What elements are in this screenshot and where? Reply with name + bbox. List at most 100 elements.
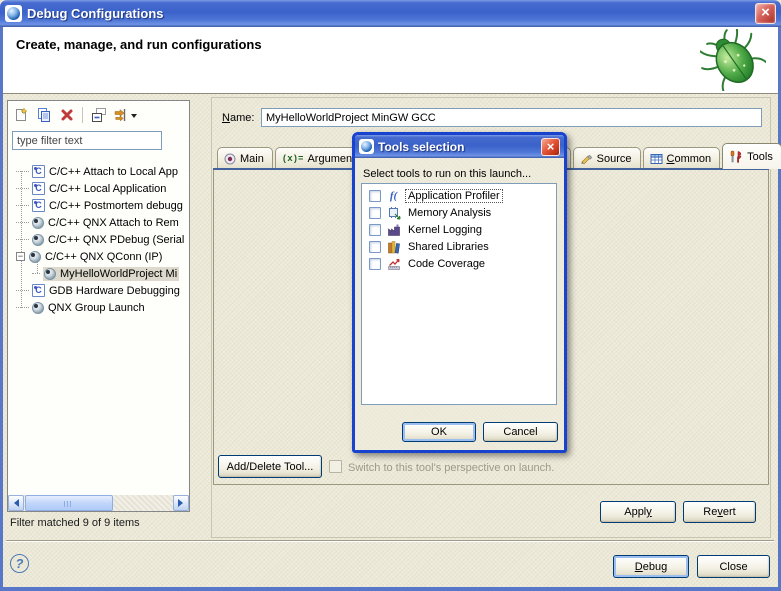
dialog-titlebar[interactable]: Tools selection × [355, 135, 564, 158]
delete-button[interactable] [57, 106, 76, 125]
ok-button[interactable]: OK [402, 422, 476, 442]
arrow-left-icon [10, 499, 19, 507]
help-button[interactable]: ? [10, 554, 29, 573]
collapse-all-icon [91, 107, 107, 123]
tab-source[interactable]: Source [573, 147, 641, 169]
page-title: Create, manage, and run configurations [16, 37, 262, 52]
tool-checkbox[interactable] [369, 190, 381, 202]
delete-icon [60, 108, 74, 122]
close-dialog-button[interactable]: Close [697, 555, 770, 578]
filter-status: Filter matched 9 of 9 items [10, 517, 140, 529]
code-coverage-icon [386, 257, 401, 271]
qnx-launch-icon [29, 251, 41, 263]
tree-item[interactable]: C/C++ QNX Attach to Rem [8, 214, 189, 231]
configurations-toolbar [11, 104, 138, 126]
shared-libraries-icon [386, 240, 401, 254]
tools-list: f( Application Profiler Memory Analysis [361, 183, 557, 405]
kernel-logging-icon [386, 223, 401, 237]
chevron-down-icon [131, 114, 137, 121]
c-launch-icon [32, 182, 45, 195]
tool-checkbox[interactable] [369, 224, 381, 236]
tree-item[interactable]: C/C++ Postmortem debugg [8, 197, 189, 214]
qnx-launch-icon [32, 234, 44, 246]
scroll-right-button[interactable] [173, 495, 189, 511]
arguments-tab-icon: (x)= [282, 154, 304, 164]
tab-main[interactable]: Main [217, 147, 273, 169]
filter-options-button[interactable] [112, 106, 138, 125]
c-launch-icon [32, 199, 45, 212]
c-launch-icon [32, 284, 45, 297]
scrollbar-thumb[interactable] [25, 495, 113, 511]
app-icon [5, 5, 22, 22]
tools-tab-icon [729, 150, 743, 163]
window-border [0, 27, 3, 591]
new-config-icon [13, 107, 29, 123]
tools-selection-dialog: Tools selection × Select tools to run on… [352, 132, 567, 453]
qnx-launch-icon [32, 217, 44, 229]
titlebar[interactable]: Debug Configurations × [0, 0, 781, 27]
source-tab-icon [580, 153, 593, 165]
add-delete-tool-button[interactable]: Add/Delete Tool... [218, 455, 322, 478]
help-icon: ? [16, 556, 24, 571]
tool-row[interactable]: Shared Libraries [362, 238, 556, 255]
apply-button[interactable]: Apply [600, 501, 676, 523]
qnx-launch-icon [44, 268, 56, 280]
name-label: Name: [222, 112, 254, 124]
perspective-checkbox-label: Switch to this tool's perspective on lau… [348, 462, 554, 474]
arrow-right-icon [178, 499, 187, 507]
tab-tools[interactable]: Tools [722, 143, 781, 169]
scroll-left-button[interactable] [8, 495, 24, 511]
header-banner: Create, manage, and run configurations [3, 27, 778, 94]
collapse-all-button[interactable] [89, 106, 108, 125]
qnx-launch-icon [32, 302, 44, 314]
c-launch-icon [32, 165, 45, 178]
dialog-title: Tools selection [378, 140, 464, 154]
main-tab-icon [224, 153, 236, 165]
debug-configurations-window: Debug Configurations × Create, manage, a… [0, 0, 781, 591]
tree-item[interactable]: GDB Hardware Debugging [8, 282, 189, 299]
tab-common[interactable]: Common [643, 147, 721, 169]
close-icon: × [761, 4, 770, 21]
tool-row[interactable]: Code Coverage [362, 255, 556, 272]
duplicate-button[interactable] [34, 106, 53, 125]
tree-item[interactable]: C/C++ Attach to Local App [8, 163, 189, 180]
toolbar-separator [82, 107, 83, 123]
configurations-panel: C/C++ Attach to Local App C/C++ Local Ap… [7, 100, 190, 512]
tool-row[interactable]: f( Application Profiler [362, 187, 556, 204]
cancel-button[interactable]: Cancel [483, 422, 558, 442]
tree-item[interactable]: C/C++ QNX PDebug (Serial [8, 231, 189, 248]
tool-row[interactable]: Kernel Logging [362, 221, 556, 238]
perspective-checkbox[interactable] [329, 460, 342, 473]
dialog-prompt: Select tools to run on this launch... [363, 168, 531, 180]
tree-item[interactable]: QNX Group Launch [8, 299, 189, 316]
revert-button[interactable]: Revert [683, 501, 756, 523]
close-icon: × [547, 139, 555, 154]
memory-analysis-icon [386, 206, 401, 220]
application-profiler-icon: f( [386, 189, 401, 203]
selection-highlight: MyHelloWorldProject Mi [43, 267, 179, 281]
tool-checkbox[interactable] [369, 207, 381, 219]
window-border [0, 587, 781, 591]
tree-item-expanded[interactable]: C/C++ QNX QConn (IP) [8, 248, 189, 265]
footer-separator [6, 540, 774, 542]
new-configuration-button[interactable] [11, 106, 30, 125]
common-tab-icon [650, 153, 663, 165]
configurations-tree: C/C++ Attach to Local App C/C++ Local Ap… [8, 163, 189, 409]
name-input[interactable] [261, 108, 762, 127]
tool-row[interactable]: Memory Analysis [362, 204, 556, 221]
tool-checkbox[interactable] [369, 258, 381, 270]
tool-checkbox[interactable] [369, 241, 381, 253]
duplicate-icon [36, 107, 52, 123]
tree-item-selected[interactable]: MyHelloWorldProject Mi [8, 265, 189, 282]
debug-bug-image [700, 29, 766, 91]
filter-icon [113, 107, 129, 123]
horizontal-scrollbar[interactable] [8, 495, 189, 511]
tree-item[interactable]: C/C++ Local Application [8, 180, 189, 197]
collapse-toggle[interactable] [16, 252, 25, 261]
dialog-icon [359, 139, 374, 154]
window-title: Debug Configurations [27, 6, 164, 21]
filter-input[interactable] [12, 131, 162, 150]
debug-button[interactable]: Debug [613, 555, 689, 578]
close-button[interactable]: × [755, 3, 776, 24]
dialog-close-button[interactable]: × [541, 138, 560, 156]
